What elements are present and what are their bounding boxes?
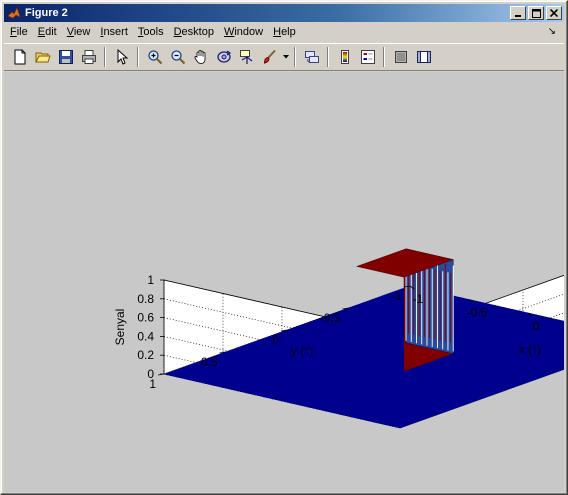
toolbar-separator	[104, 47, 106, 67]
menu-insert[interactable]: Insert	[95, 24, 133, 41]
dock-arrow-icon[interactable]: ↘	[548, 26, 556, 37]
window-title: Figure 2	[25, 7, 68, 19]
menu-label-rest: ile	[16, 26, 28, 38]
z-tick-label: 0.4	[137, 329, 154, 343]
open-file-icon[interactable]	[31, 46, 54, 68]
rotate-3d-icon[interactable]	[212, 46, 235, 68]
y-tick-label: -1	[391, 289, 402, 303]
z-tick-label: 0.8	[137, 292, 154, 306]
edit-plot-arrow-icon[interactable]	[110, 46, 133, 68]
menu-mnemonic: E	[37, 26, 46, 38]
y-tick-label: 0.5	[201, 355, 218, 369]
new-figure-icon[interactable]	[8, 46, 31, 68]
menu-help[interactable]: Help	[268, 24, 301, 41]
menu-window[interactable]: Window	[219, 24, 268, 41]
menu-mnemonic: F	[10, 26, 17, 38]
menu-bar: File Edit View Insert Tools Desktop Window Help…	[4, 23, 564, 42]
z-axis-label: Senyal	[113, 309, 127, 346]
hide-plot-tools-icon[interactable]	[389, 46, 412, 68]
close-button[interactable]	[546, 6, 562, 20]
menu-tools[interactable]: Tools	[133, 24, 169, 41]
menu-mnemonic: W	[223, 26, 235, 38]
toolbar-separator	[137, 47, 139, 67]
menu-mnemonic: D	[173, 26, 182, 38]
brush-dropdown-arrow-icon[interactable]	[281, 46, 290, 68]
colorbar-icon[interactable]	[333, 46, 356, 68]
figure-toolbar	[4, 43, 564, 71]
menu-view[interactable]: View	[62, 24, 96, 41]
zoom-out-icon[interactable]	[166, 46, 189, 68]
brush-icon[interactable]	[258, 46, 281, 68]
print-icon[interactable]	[77, 46, 100, 68]
menu-label-rest: esktop	[181, 26, 214, 38]
x-tick-label: -0.5	[467, 306, 488, 320]
zoom-in-icon[interactable]	[143, 46, 166, 68]
menu-label-rest: ools	[143, 26, 164, 38]
menu-label-rest: iew	[73, 26, 91, 38]
x-tick-label: 0	[533, 319, 540, 333]
menu-mnemonic: V	[66, 26, 74, 38]
menu-file[interactable]: File	[4, 24, 33, 41]
figure-window: Figure 2 File Edit View Insert Tools Desktop W…	[0, 0, 568, 495]
toolbar-separator	[383, 47, 385, 67]
z-tick-label: 0	[147, 367, 154, 381]
toolbar-separator	[294, 47, 296, 67]
y-axis-label: y (°)	[291, 344, 313, 358]
title-bar[interactable]: Figure 2	[4, 4, 564, 22]
pan-hand-icon[interactable]	[189, 46, 212, 68]
minimize-button[interactable]	[510, 6, 526, 20]
menu-edit[interactable]: Edit	[33, 24, 62, 41]
legend-icon[interactable]	[356, 46, 379, 68]
x-tick-label: -1	[413, 292, 424, 306]
minimize-icon	[515, 15, 521, 17]
z-tick-label: 0.2	[137, 348, 154, 362]
surface-plot-axes[interactable]: -1-0.500.51-1-0.500.5100.20.40.60.81x (°…	[4, 72, 564, 492]
figure-canvas[interactable]: -1-0.500.51-1-0.500.5100.20.40.60.81x (°…	[4, 72, 564, 492]
menu-desktop[interactable]: Desktop	[169, 24, 219, 41]
menu-label-rest: nsert	[103, 26, 128, 38]
maximize-button[interactable]	[528, 6, 544, 20]
matlab-logo-icon	[7, 6, 21, 20]
menu-mnemonic: H	[273, 26, 282, 38]
close-icon	[550, 9, 558, 17]
show-plot-tools-icon[interactable]	[412, 46, 435, 68]
y-tick-label: 0	[272, 333, 279, 347]
maximize-icon	[531, 8, 541, 18]
save-icon[interactable]	[54, 46, 77, 68]
toolbar-separator	[327, 47, 329, 67]
link-plot-icon[interactable]	[300, 46, 323, 68]
y-tick-label: -0.5	[320, 311, 341, 325]
menu-label-rest: indow	[234, 26, 264, 38]
menu-label-rest: dit	[45, 26, 57, 38]
data-cursor-icon[interactable]	[235, 46, 258, 68]
x-axis-label: x (°)	[519, 343, 541, 357]
menu-label-rest: elp	[281, 26, 296, 38]
z-tick-label: 1	[147, 273, 154, 287]
z-tick-label: 0.6	[137, 311, 154, 325]
